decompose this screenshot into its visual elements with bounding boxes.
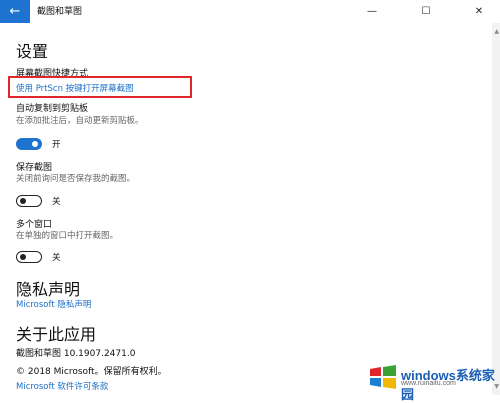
multi-window-toggle[interactable] xyxy=(16,251,42,263)
toggle-knob xyxy=(20,198,26,204)
auto-copy-label: 自动复制到剪贴板 xyxy=(16,104,89,114)
maximize-icon: ☐ xyxy=(421,6,431,17)
auto-copy-toggle[interactable] xyxy=(16,138,42,150)
scrollbar[interactable] xyxy=(492,23,500,395)
windows-logo-icon xyxy=(370,365,396,389)
back-arrow-icon: ← xyxy=(9,4,21,19)
close-icon: ✕ xyxy=(474,6,484,17)
save-snip-toggle[interactable] xyxy=(16,195,42,207)
privacy-statement-link[interactable]: Microsoft 隐私声明 xyxy=(16,298,91,310)
copyright-text: © 2018 Microsoft。保留所有权利。 xyxy=(16,367,167,377)
maximize-button[interactable]: ☐ xyxy=(412,0,440,23)
watermark-url: www.ruinaitu.com xyxy=(401,380,456,387)
auto-copy-description: 在添加批注后，自动更新剪贴板。 xyxy=(16,116,144,126)
back-button[interactable]: ← xyxy=(0,0,30,23)
minimize-button[interactable]: — xyxy=(358,0,386,23)
scroll-up-icon[interactable]: ▲ xyxy=(494,28,499,35)
window-title: 截图和草图 xyxy=(37,7,83,17)
prtscn-shortcut-link[interactable]: 使用 PrtScn 按键打开屏幕截图 xyxy=(16,82,134,94)
multi-window-description: 在单独的窗口中打开截图。 xyxy=(16,231,119,241)
save-snip-state: 关 xyxy=(52,197,61,207)
settings-heading: 设置 xyxy=(16,42,49,61)
title-bar: ← 截图和草图 — ☐ ✕ xyxy=(0,0,500,23)
toggle-knob xyxy=(32,141,38,147)
toggle-knob xyxy=(20,254,26,260)
multi-window-state: 关 xyxy=(52,253,61,263)
about-heading: 关于此应用 xyxy=(16,325,97,344)
close-button[interactable]: ✕ xyxy=(465,0,493,23)
app-version: 截图和草图 10.1907.2471.0 xyxy=(16,349,136,359)
minimize-icon: — xyxy=(367,6,377,17)
save-snip-description: 关闭前询问是否保存我的截图。 xyxy=(16,174,136,184)
privacy-heading: 隐私声明 xyxy=(16,280,81,299)
auto-copy-state: 开 xyxy=(52,140,61,150)
license-terms-link[interactable]: Microsoft 软件许可条款 xyxy=(16,380,108,392)
watermark: windows系统家园 www.ruinaitu.com xyxy=(368,363,496,402)
